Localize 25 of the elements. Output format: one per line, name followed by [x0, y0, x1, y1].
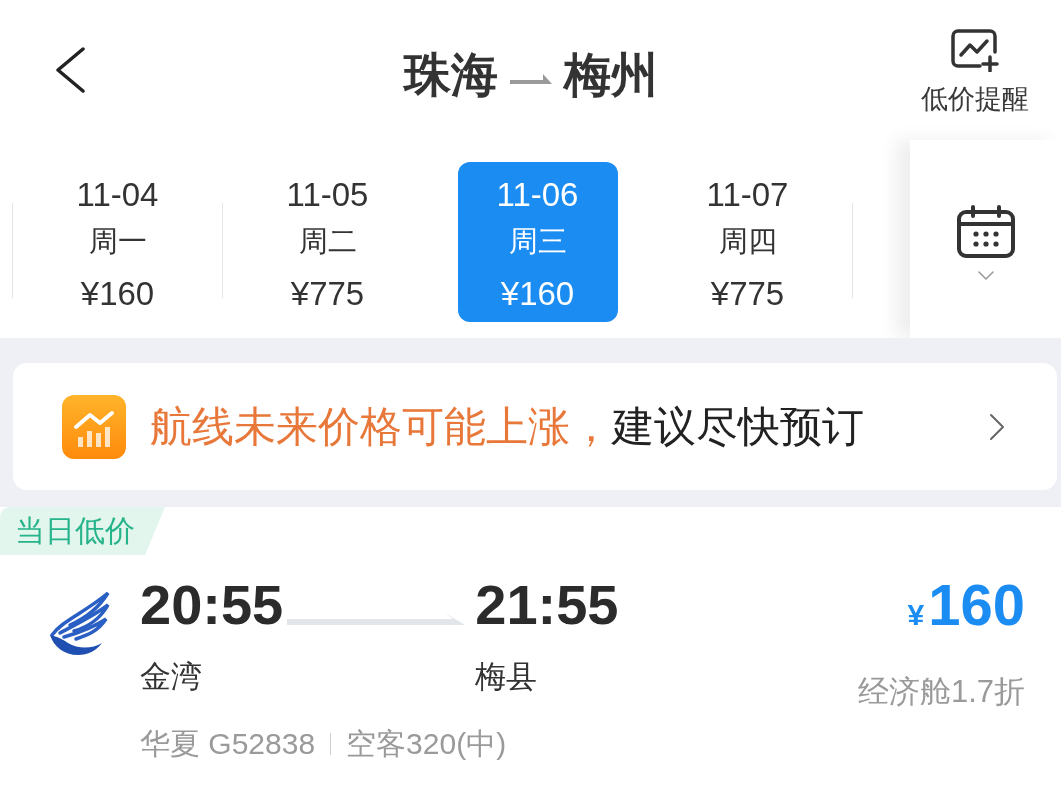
flight-path-arrow-icon [287, 613, 466, 625]
trend-chart-icon [62, 394, 126, 459]
departure-airport: 金湾 [140, 658, 203, 696]
date-tab[interactable]: 11-04 周一 ¥160 [37, 162, 198, 322]
destination-city: 梅州 [563, 47, 658, 103]
price-alert-button[interactable]: 低价提醒 [921, 28, 1029, 116]
cabin-discount: 经济舱1.7折 [857, 673, 1025, 711]
chevron-left-icon [54, 47, 86, 93]
date-tab[interactable]: 11-07 周四 ¥775 [667, 162, 828, 322]
price-rise-notice: 航线未来价格可能上涨，建议尽快预订 [150, 401, 864, 452]
flight-price: ¥160 [907, 575, 1025, 639]
low-price-tag: 当日低价 [0, 507, 165, 555]
calendar-button[interactable] [910, 140, 1061, 338]
aircraft-type: 空客320(中) [346, 726, 507, 762]
arrival-time: 21:55 [475, 575, 619, 635]
airline-flight-number: 华夏 G52838 [140, 726, 316, 762]
chevron-right-icon[interactable] [989, 412, 1005, 441]
chevron-down-icon [977, 271, 994, 280]
arrival-airport: 梅县 [475, 658, 539, 696]
date-tab[interactable]: 11-05 周二 ¥775 [247, 162, 408, 322]
origin-city: 珠海 [403, 47, 498, 103]
chart-plus-icon [950, 28, 1000, 72]
route-arrow-icon [509, 74, 552, 84]
departure-time: 20:55 [140, 575, 284, 635]
calendar-icon [955, 205, 1016, 259]
